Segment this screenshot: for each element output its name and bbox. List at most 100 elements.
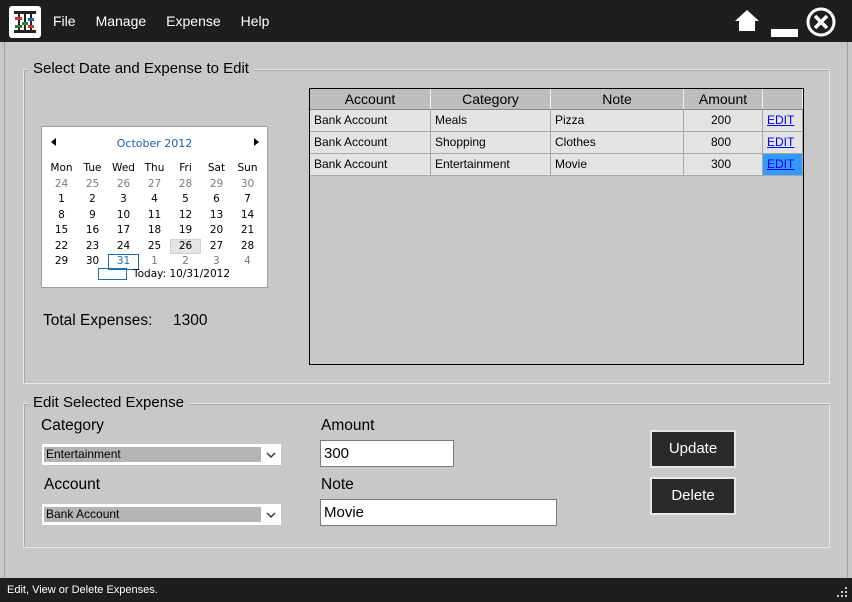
- calendar-day[interactable]: 4: [232, 254, 263, 270]
- calendar-day[interactable]: 20: [201, 223, 232, 239]
- calendar-day[interactable]: 10: [108, 208, 139, 224]
- calendar-weekday-row: Mon Tue Wed Thu Fri Sat Sun: [42, 161, 267, 177]
- menu-help[interactable]: Help: [231, 13, 280, 29]
- calendar-week-row: 1 2 3 4 5 6 7: [42, 192, 267, 208]
- menu-expense[interactable]: Expense: [156, 13, 230, 29]
- cell-amount: 800: [684, 132, 763, 153]
- calendar-day[interactable]: 3: [108, 192, 139, 208]
- calendar-week-row: 15 16 17 18 19 20 21: [42, 223, 267, 239]
- month-calendar[interactable]: October 2012 Mon Tue Wed Thu Fri Sat Sun…: [41, 126, 268, 288]
- total-expenses-value: 1300: [173, 312, 208, 329]
- amount-input[interactable]: 300: [320, 440, 454, 467]
- calendar-day[interactable]: 15: [46, 223, 77, 239]
- calendar-week-row: 8 9 10 11 12 13 14: [42, 208, 267, 224]
- edit-link[interactable]: EDIT: [763, 132, 803, 153]
- calendar-day[interactable]: 13: [201, 208, 232, 224]
- calendar-day[interactable]: 28: [232, 239, 263, 255]
- column-header-amount[interactable]: Amount: [684, 89, 763, 109]
- table-row[interactable]: Bank Account Shopping Clothes 800 EDIT: [310, 132, 803, 154]
- calendar-day[interactable]: 6: [201, 192, 232, 208]
- calendar-day[interactable]: 8: [46, 208, 77, 224]
- note-input[interactable]: Movie: [320, 499, 557, 526]
- calendar-day[interactable]: 11: [139, 208, 170, 224]
- weekday-label: Mon: [50, 162, 73, 174]
- calendar-today-link[interactable]: Today: 10/31/2012: [98, 267, 230, 281]
- close-icon[interactable]: [805, 6, 837, 43]
- next-month-icon[interactable]: [254, 138, 259, 146]
- table-row[interactable]: Bank Account Meals Pizza 200 EDIT: [310, 110, 803, 132]
- calendar-day[interactable]: 29: [46, 254, 77, 270]
- calendar-grid: Mon Tue Wed Thu Fri Sat Sun 24 25 26 27 …: [42, 161, 267, 270]
- calendar-day[interactable]: 25: [139, 239, 170, 255]
- update-button[interactable]: Update: [650, 430, 736, 468]
- edit-expense-group: [23, 403, 830, 548]
- account-select[interactable]: Bank Account: [41, 503, 282, 526]
- column-header-account[interactable]: Account: [310, 89, 431, 109]
- calendar-day-selected[interactable]: 26: [170, 238, 201, 254]
- calendar-day[interactable]: 24: [108, 239, 139, 255]
- weekday-label: Tue: [83, 162, 102, 174]
- calendar-day[interactable]: 18: [139, 223, 170, 239]
- cell-note: Pizza: [551, 110, 684, 131]
- category-select[interactable]: Entertainment: [41, 443, 282, 466]
- calendar-day[interactable]: 26: [108, 177, 139, 193]
- cell-note: Movie: [551, 154, 684, 175]
- calendar-day[interactable]: 27: [201, 239, 232, 255]
- cell-account: Bank Account: [310, 154, 431, 175]
- calendar-day[interactable]: 21: [232, 223, 263, 239]
- column-header-category[interactable]: Category: [431, 89, 551, 109]
- chevron-down-icon: [266, 452, 276, 458]
- cell-amount: 200: [684, 110, 763, 131]
- home-icon[interactable]: [733, 8, 761, 39]
- cell-account: Bank Account: [310, 132, 431, 153]
- calendar-day[interactable]: 23: [77, 239, 108, 255]
- weekday-label: Wed: [112, 162, 135, 174]
- cell-category: Entertainment: [431, 154, 551, 175]
- today-marker-icon: [98, 268, 127, 280]
- edit-group-title: Edit Selected Expense: [28, 394, 189, 411]
- calendar-day[interactable]: 22: [46, 239, 77, 255]
- category-label: Category: [41, 417, 104, 434]
- category-select-value: Entertainment: [44, 447, 261, 462]
- calendar-day[interactable]: 12: [170, 208, 201, 224]
- table-header: Account Category Note Amount: [310, 89, 803, 110]
- delete-button[interactable]: Delete: [650, 477, 736, 515]
- calendar-day[interactable]: 30: [232, 177, 263, 193]
- calendar-day[interactable]: 4: [139, 192, 170, 208]
- calendar-week-row: 24 25 26 27 28 29 30: [42, 177, 267, 193]
- weekday-label: Sun: [237, 162, 258, 174]
- calendar-day[interactable]: 5: [170, 192, 201, 208]
- calendar-day[interactable]: 29: [201, 177, 232, 193]
- calendar-day[interactable]: 7: [232, 192, 263, 208]
- edit-link-active[interactable]: EDIT: [763, 154, 803, 175]
- column-header-note[interactable]: Note: [551, 89, 684, 109]
- amount-label: Amount: [321, 417, 375, 434]
- calendar-day[interactable]: 25: [77, 177, 108, 193]
- edit-link[interactable]: EDIT: [763, 110, 803, 131]
- title-bar: File Manage Expense Help: [0, 0, 852, 42]
- calendar-day[interactable]: 9: [77, 208, 108, 224]
- calendar-day[interactable]: 28: [170, 177, 201, 193]
- cell-category: Meals: [431, 110, 551, 131]
- minimize-icon[interactable]: [771, 24, 798, 42]
- calendar-day[interactable]: 19: [170, 223, 201, 239]
- column-header-action[interactable]: [763, 89, 803, 109]
- calendar-month-label[interactable]: October 2012: [42, 137, 267, 150]
- calendar-day[interactable]: 16: [77, 223, 108, 239]
- menu-manage[interactable]: Manage: [86, 13, 157, 29]
- status-bar: Edit, View or Delete Expenses.: [0, 578, 852, 602]
- cell-note: Clothes: [551, 132, 684, 153]
- calendar-day[interactable]: 17: [108, 223, 139, 239]
- cell-category: Shopping: [431, 132, 551, 153]
- expense-table[interactable]: Account Category Note Amount Bank Accoun…: [309, 88, 804, 365]
- table-row[interactable]: Bank Account Entertainment Movie 300 EDI…: [310, 154, 803, 176]
- calendar-day[interactable]: 24: [46, 177, 77, 193]
- calendar-day[interactable]: 14: [232, 208, 263, 224]
- menu-file[interactable]: File: [43, 13, 86, 29]
- calendar-day[interactable]: 27: [139, 177, 170, 193]
- calendar-day[interactable]: 2: [77, 192, 108, 208]
- account-select-value: Bank Account: [44, 507, 261, 522]
- calendar-header: October 2012: [42, 137, 267, 153]
- calendar-day[interactable]: 1: [46, 192, 77, 208]
- resize-grip-icon[interactable]: [836, 586, 848, 598]
